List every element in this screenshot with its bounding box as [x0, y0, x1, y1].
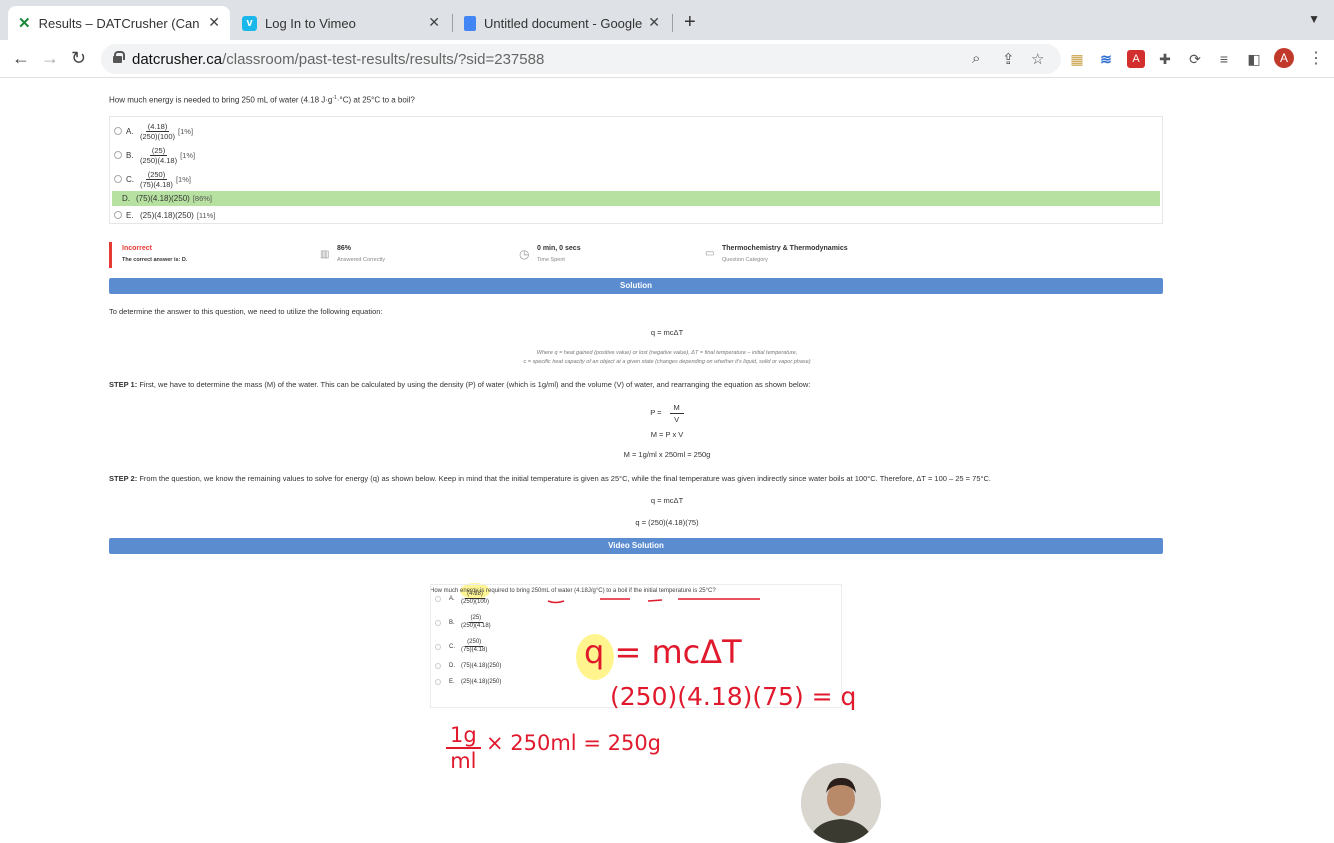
back-arrow-icon[interactable]: ←	[12, 48, 30, 69]
forward-arrow-icon[interactable]: →	[41, 48, 59, 69]
video-option-b: B. (25) (250)(4.18)	[435, 615, 494, 630]
tab-title: Results – DATCrusher (Canadian	[38, 15, 199, 31]
datcrusher-icon: ✕	[18, 15, 31, 32]
category-value: Thermochemistry & Thermodynamics	[722, 245, 848, 252]
tab-divider	[452, 14, 453, 32]
close-tab-icon[interactable]: ✕	[208, 14, 220, 31]
handwritten-density-fraction: 1g ml	[446, 723, 481, 773]
tab-vimeo[interactable]: v Log In to Vimeo ✕	[232, 6, 450, 40]
answered-correctly-label: Answered Correctly	[337, 257, 385, 263]
result-stats: Incorrect The correct answer is: D. ▥ 86…	[109, 242, 1163, 268]
radio-button[interactable]	[114, 211, 122, 219]
url-text: datcrusher.ca/classroom/past-test-result…	[132, 51, 545, 68]
profile-avatar[interactable]: A	[1274, 48, 1294, 68]
radio-button[interactable]	[114, 175, 122, 183]
solution-header[interactable]: Solution	[109, 278, 1163, 294]
question-text: How much energy is needed to bring 250 m…	[109, 95, 415, 105]
solution-intro: To determine the answer to this question…	[109, 307, 383, 316]
video-option-e: E. (25)(4.18)(250)	[435, 679, 501, 685]
calendar-icon: ▭	[705, 248, 715, 259]
new-tab-plus-icon[interactable]: +	[684, 11, 696, 34]
close-tab-icon[interactable]: ✕	[428, 14, 440, 31]
vimeo-icon: v	[242, 15, 257, 31]
video-option-a: A. (4.18) (250)(100)	[435, 591, 492, 606]
side-panel-icon[interactable]: ◧	[1245, 50, 1263, 68]
density-equation: P = M V	[0, 402, 1334, 425]
correct-answer-note: The correct answer is: D.	[122, 257, 188, 263]
answer-option-e[interactable]: E. (25)(4.18)(250) [11%]	[114, 207, 215, 223]
instructor-avatar	[801, 763, 881, 843]
instructor-webcam	[801, 763, 881, 843]
fraction: (4.18) (250)(100)	[140, 121, 176, 141]
equation-substituted: q = (250)(4.18)(75)	[635, 518, 699, 527]
handwritten-mass-calc: × 250ml = 250g	[486, 731, 662, 755]
time-spent-label: Time Spent	[537, 257, 565, 263]
tab-search-chevron-icon[interactable]: ▼	[1308, 12, 1320, 26]
video-option-c: C. (250) (75)(4.18)	[435, 639, 490, 654]
page-content: How much energy is needed to bring 250 m…	[0, 78, 1334, 843]
category-label: Question Category	[722, 257, 768, 263]
handwritten-substitution: (250)(4.18)(75) = q	[610, 682, 857, 711]
chrome-menu-icon[interactable]: ⋮	[1308, 48, 1324, 68]
zoom-icon[interactable]: ⌕	[972, 50, 980, 67]
equation-heat: q = mcΔT	[650, 328, 684, 337]
lock-icon	[113, 51, 125, 63]
incorrect-indicator	[109, 242, 112, 268]
bookmark-star-icon[interactable]: ☆	[1031, 50, 1044, 68]
browser-tab-bar: ✕ Results – DATCrusher (Canadian ✕ v Log…	[0, 0, 1334, 40]
answer-option-b[interactable]: B. (25) (250)(4.18) [1%]	[114, 145, 195, 165]
puzzle-extensions-icon[interactable]: ✚	[1156, 50, 1174, 68]
answer-option-d-correct[interactable]: D. (75)(4.18)(250) [86%]	[112, 191, 1160, 206]
waveform-extension-icon[interactable]: ≋	[1097, 50, 1115, 68]
answer-option-a[interactable]: A. (4.18) (250)(100) [1%]	[114, 121, 193, 141]
fraction: (250) (75)(4.18)	[140, 169, 173, 189]
tab-datcrusher-results[interactable]: ✕ Results – DATCrusher (Canadian ✕	[8, 6, 230, 40]
radio-button[interactable]	[114, 151, 122, 159]
share-icon[interactable]: ⇪	[1002, 50, 1015, 68]
bar-chart-icon: ▥	[320, 249, 330, 260]
tab-divider	[672, 14, 673, 32]
handwritten-heat-equation: q = mcΔT	[584, 633, 742, 671]
clock-icon: ◷	[519, 247, 530, 261]
calculator-extension-icon[interactable]: ▦	[1068, 50, 1086, 68]
result-status: Incorrect	[122, 245, 152, 252]
radio-button[interactable]	[114, 127, 122, 135]
reload-icon[interactable]: ↻	[71, 48, 86, 69]
tab-google-docs[interactable]: Untitled document - Google Docs ✕	[454, 6, 670, 40]
video-solution-header[interactable]: Video Solution	[109, 538, 1163, 554]
mass-calculation: M = 1g/ml x 250ml = 250g	[623, 450, 711, 459]
refresh-extension-icon[interactable]: ⟳	[1186, 50, 1204, 68]
answer-options: A. (4.18) (250)(100) [1%] B. (25) (250)(4.…	[109, 116, 1163, 224]
google-docs-icon	[464, 15, 476, 31]
tab-title: Log In to Vimeo	[265, 15, 356, 31]
answer-option-c[interactable]: C. (250) (75)(4.18) [1%]	[114, 169, 191, 189]
close-tab-icon[interactable]: ✕	[648, 14, 660, 31]
fraction: (25) (250)(4.18)	[140, 145, 178, 165]
step2-text: STEP 2: From the question, we know the r…	[109, 474, 991, 483]
pdf-extension-icon[interactable]: A	[1127, 50, 1145, 68]
equation-note-2: c = specific heat capacity of an object …	[523, 359, 811, 365]
equation-note-1: Where q = heat gained (positive value) o…	[536, 350, 798, 356]
step1-text: STEP 1: First, we have to determine the …	[109, 380, 811, 389]
equation-heat-2: q = mcΔT	[650, 496, 684, 505]
address-bar[interactable]: datcrusher.ca/classroom/past-test-result…	[101, 44, 1061, 74]
tab-title: Untitled document - Google Docs	[484, 15, 644, 31]
video-option-d: D. (75)(4.18)(250)	[435, 663, 501, 669]
answered-correctly-value: 86%	[337, 245, 352, 252]
time-spent-value: 0 min, 0 secs	[537, 245, 581, 252]
media-queue-icon[interactable]: ≡	[1215, 50, 1233, 68]
mass-equation: M = P x V	[650, 430, 684, 439]
